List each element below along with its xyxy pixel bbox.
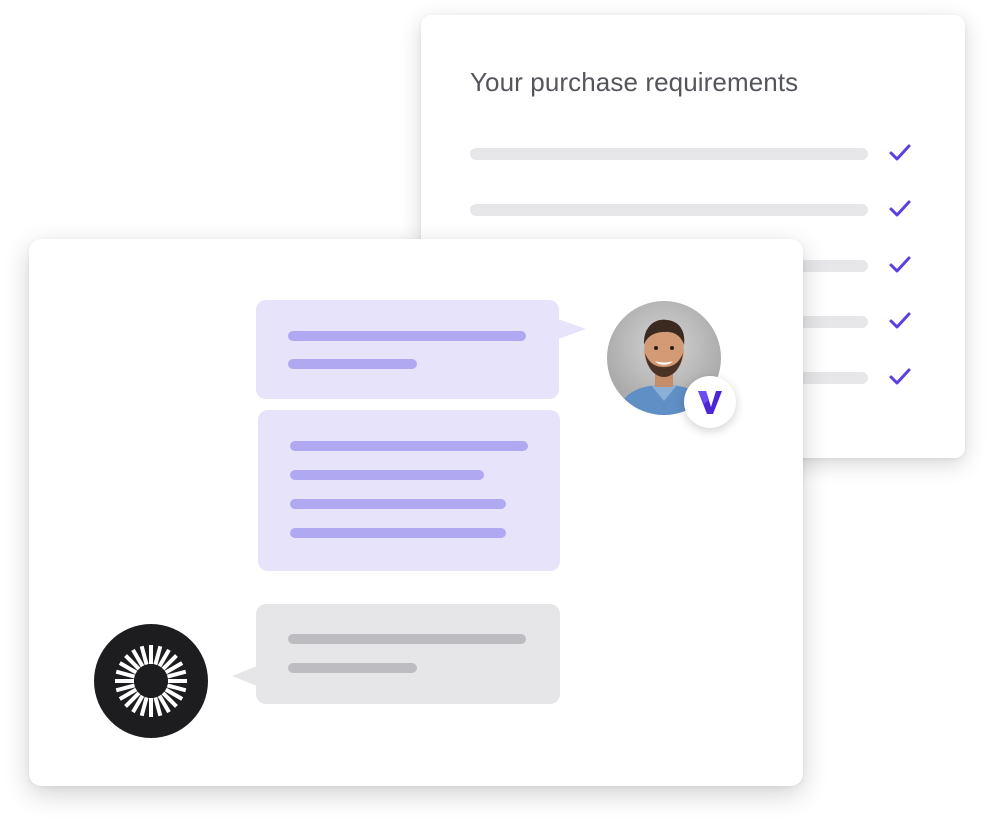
sunburst-logo-icon (115, 645, 187, 717)
requirements-title: Your purchase requirements (470, 67, 799, 97)
requirement-placeholder-bar (470, 148, 868, 160)
message-placeholder-line (290, 441, 528, 451)
requirement-item (470, 200, 915, 220)
check-icon (889, 200, 911, 217)
check-icon (889, 144, 911, 161)
agent-message-bubble (258, 410, 560, 571)
user-avatar (94, 624, 208, 738)
message-placeholder-line (288, 331, 526, 341)
user-bubble-tail (232, 666, 257, 686)
illustration: Your purchase requirements (0, 0, 994, 828)
message-placeholder-line (288, 634, 526, 644)
message-placeholder-line (288, 663, 417, 673)
agent-message-bubble (256, 300, 559, 399)
check-icon (889, 256, 911, 273)
requirement-placeholder-bar (470, 204, 868, 216)
message-placeholder-line (288, 359, 417, 369)
user-message-bubble (256, 604, 560, 704)
message-placeholder-line (290, 470, 484, 480)
check-icon (889, 312, 911, 329)
message-placeholder-line (290, 499, 506, 509)
brand-badge (684, 376, 736, 428)
message-placeholder-line (290, 528, 506, 538)
agent-bubble-tail (558, 319, 586, 339)
v-logo-icon (698, 391, 722, 414)
requirement-item (470, 144, 915, 164)
check-icon (889, 368, 911, 385)
chat-card (29, 239, 803, 786)
